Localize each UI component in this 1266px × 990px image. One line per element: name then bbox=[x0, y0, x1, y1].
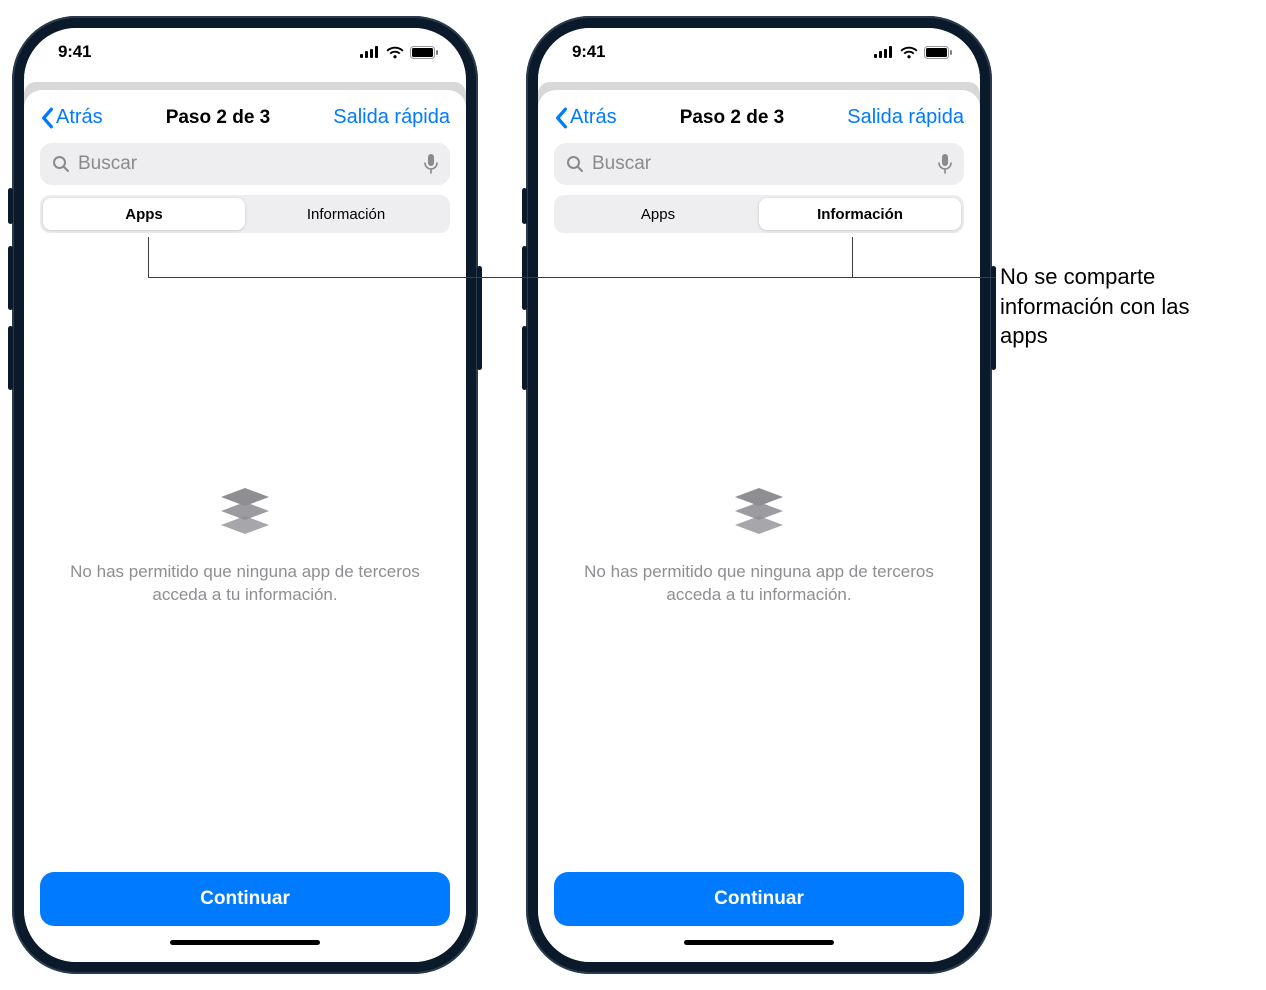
screen: 9:41 Atrás Paso 2 de 3 Salida rápida bbox=[24, 28, 466, 962]
footer: Continuar bbox=[538, 858, 980, 936]
back-label: Atrás bbox=[570, 106, 617, 129]
segmented-control: Apps Información bbox=[40, 195, 450, 233]
quick-exit-button[interactable]: Salida rápida bbox=[333, 106, 450, 129]
volume-down-button bbox=[8, 326, 13, 390]
battery-icon bbox=[410, 46, 438, 59]
tab-apps[interactable]: Apps bbox=[557, 198, 759, 230]
back-button[interactable]: Atrás bbox=[40, 106, 103, 129]
phone-frame: 9:41 Atrás Paso 2 de 3 Salida rápida bbox=[12, 16, 478, 974]
wifi-icon bbox=[386, 46, 404, 59]
quick-exit-button[interactable]: Salida rápida bbox=[847, 106, 964, 129]
status-bar: 9:41 bbox=[24, 28, 466, 76]
search-field[interactable]: Buscar bbox=[40, 143, 450, 185]
home-indicator-area bbox=[24, 936, 466, 962]
mic-icon[interactable] bbox=[938, 154, 952, 174]
volume-up-button bbox=[522, 246, 527, 310]
back-button[interactable]: Atrás bbox=[554, 106, 617, 129]
back-label: Atrás bbox=[56, 106, 103, 129]
status-bar: 9:41 bbox=[538, 28, 980, 76]
volume-mute-switch bbox=[8, 188, 13, 224]
continue-button[interactable]: Continuar bbox=[554, 872, 964, 926]
status-icons bbox=[360, 46, 438, 59]
search-placeholder: Buscar bbox=[592, 153, 930, 175]
empty-message: No has permitido que ninguna app de terc… bbox=[54, 561, 436, 607]
tab-info[interactable]: Información bbox=[759, 198, 961, 230]
navigation-bar: Atrás Paso 2 de 3 Salida rápida bbox=[24, 90, 466, 137]
footer: Continuar bbox=[24, 858, 466, 936]
home-indicator[interactable] bbox=[684, 940, 834, 945]
battery-icon bbox=[924, 46, 952, 59]
empty-state: No has permitido que ninguna app de terc… bbox=[538, 233, 980, 858]
volume-down-button bbox=[522, 326, 527, 390]
callout-line bbox=[148, 277, 996, 278]
callout-line bbox=[852, 237, 853, 277]
tab-info[interactable]: Información bbox=[245, 198, 447, 230]
home-indicator-area bbox=[538, 936, 980, 962]
volume-mute-switch bbox=[522, 188, 527, 224]
continue-button[interactable]: Continuar bbox=[40, 872, 450, 926]
phone-frame: 9:41 Atrás Paso 2 de 3 Salida rápida bbox=[526, 16, 992, 974]
empty-state: No has permitido que ninguna app de terc… bbox=[24, 233, 466, 858]
mic-icon[interactable] bbox=[424, 154, 438, 174]
cellular-icon bbox=[360, 46, 380, 58]
empty-message: No has permitido que ninguna app de terc… bbox=[568, 561, 950, 607]
status-time: 9:41 bbox=[572, 42, 605, 62]
chevron-left-icon bbox=[554, 107, 568, 129]
search-icon bbox=[566, 155, 584, 173]
search-field[interactable]: Buscar bbox=[554, 143, 964, 185]
nav-title: Paso 2 de 3 bbox=[680, 107, 785, 129]
volume-up-button bbox=[8, 246, 13, 310]
cellular-icon bbox=[874, 46, 894, 58]
screen: 9:41 Atrás Paso 2 de 3 Salida rápida bbox=[538, 28, 980, 962]
status-icons bbox=[874, 46, 952, 59]
tab-apps[interactable]: Apps bbox=[43, 198, 245, 230]
nav-title: Paso 2 de 3 bbox=[166, 107, 271, 129]
navigation-bar: Atrás Paso 2 de 3 Salida rápida bbox=[538, 90, 980, 137]
callout-line bbox=[148, 237, 149, 277]
side-button bbox=[991, 266, 996, 370]
search-icon bbox=[52, 155, 70, 173]
sheet: Atrás Paso 2 de 3 Salida rápida Buscar A… bbox=[24, 90, 466, 962]
callout-text: No se comparte información con las apps bbox=[1000, 262, 1240, 351]
side-button bbox=[477, 266, 482, 370]
stack-icon bbox=[730, 484, 788, 545]
wifi-icon bbox=[900, 46, 918, 59]
stack-icon bbox=[216, 484, 274, 545]
segmented-control: Apps Información bbox=[554, 195, 964, 233]
home-indicator[interactable] bbox=[170, 940, 320, 945]
status-time: 9:41 bbox=[58, 42, 91, 62]
search-placeholder: Buscar bbox=[78, 153, 416, 175]
chevron-left-icon bbox=[40, 107, 54, 129]
sheet: Atrás Paso 2 de 3 Salida rápida Buscar A… bbox=[538, 90, 980, 962]
